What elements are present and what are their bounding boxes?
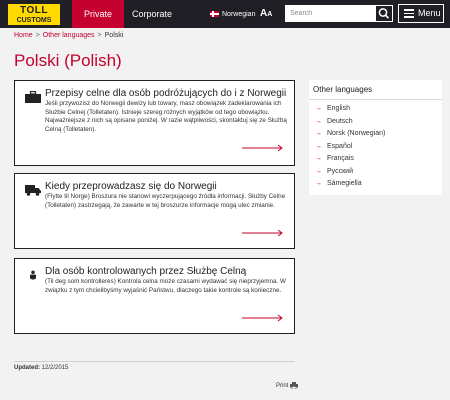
tab-corporate[interactable]: Corporate [124, 0, 180, 28]
arrow-right-icon: → [315, 155, 322, 162]
text-size-icon[interactable]: AA [260, 7, 272, 22]
truck-icon [25, 185, 41, 196]
arrow-right-icon[interactable] [242, 144, 284, 152]
tab-private[interactable]: Private [72, 0, 124, 28]
sidebar-other-languages: Other languages → English → Deutsch → Norsk… [309, 80, 442, 195]
breadcrumb-current: Polski [104, 32, 124, 39]
arrow-right-icon[interactable] [242, 229, 284, 237]
language-link-norsk[interactable]: → Norsk (Norwegian) [315, 128, 385, 141]
card-text: (Til deg som kontrolleres) Kontrola celn… [45, 278, 286, 294]
divider [14, 361, 295, 362]
arrow-right-icon[interactable] [242, 314, 284, 322]
print-label: Print [276, 383, 289, 390]
language-link-label: Norsk (Norwegian) [327, 130, 386, 137]
search-icon [378, 8, 390, 19]
updated-info: Updated: 12/2/2015 [14, 365, 68, 371]
language-link-francais[interactable]: → Français [315, 153, 385, 166]
breadcrumb-other-languages[interactable]: Other languages [43, 32, 95, 39]
language-label: Norwegian [222, 11, 256, 18]
card-text: (Flytte til Norge) Broszura nie stanowi … [45, 193, 286, 209]
arrow-right-icon: → [315, 117, 322, 125]
breadcrumb-separator: > [97, 32, 102, 39]
top-header: TOLL CUSTOMS Private Corporate Norwegian… [0, 0, 450, 28]
person-icon [30, 270, 36, 280]
language-link-label: Deutsch [327, 117, 353, 125]
logo-text-line2: CUSTOMS [16, 17, 52, 24]
card-text: Jeśli przywozisz do Norwegii dewizy lub … [45, 100, 287, 133]
menu-button[interactable]: Menu [398, 4, 444, 23]
page-title: Polski (Polish) [14, 51, 122, 70]
language-link-label: English [327, 105, 350, 112]
arrow-right-icon: → [315, 130, 322, 137]
printer-icon [290, 382, 299, 390]
card-customs-control[interactable]: Dla osób kontrolowanych przez Służbę Cel… [14, 258, 295, 334]
hamburger-icon [404, 9, 414, 18]
toll-customs-logo[interactable]: TOLL CUSTOMS [8, 4, 60, 25]
language-link-espanol[interactable]: → Español [315, 141, 385, 154]
arrow-right-icon: → [315, 167, 322, 175]
card-travel-rules[interactable]: Przepisy celne dla osób podróżujących do… [14, 80, 295, 166]
card-title[interactable]: Dla osób kontrolowanych przez Służbę Cel… [45, 265, 246, 279]
breadcrumb-home[interactable]: Home [14, 32, 33, 39]
arrow-right-icon: → [315, 105, 322, 112]
language-link-english[interactable]: → English [315, 103, 385, 116]
language-link-deutsch[interactable]: → Deutsch [315, 116, 385, 129]
arrow-right-icon: → [315, 180, 322, 187]
language-list: → English → Deutsch → Norsk (Norwegian) → Es… [315, 103, 385, 191]
language-switch[interactable]: Norwegian [210, 9, 255, 21]
card-moving-to-norway[interactable]: Kiedy przeprowadzasz się do Norwegii (Fl… [14, 173, 295, 249]
updated-date: 12/2/2015 [41, 365, 69, 371]
breadcrumb: Home > Other languages > Polski [14, 31, 123, 41]
sidebar-divider [309, 99, 442, 100]
language-link-label: Русский [327, 167, 353, 175]
language-link-label: Français [327, 155, 354, 162]
language-link-label: Sámegiella [327, 180, 362, 187]
search-button[interactable] [375, 5, 393, 22]
menu-label: Menu [418, 8, 441, 18]
search-input[interactable] [285, 5, 375, 22]
card-title[interactable]: Kiedy przeprowadzasz się do Norwegii [45, 180, 217, 194]
sidebar-title: Other languages [313, 85, 373, 94]
logo-text-line1: TOLL [20, 5, 48, 16]
arrow-right-icon: → [315, 142, 322, 150]
language-link-russian[interactable]: → Русский [315, 166, 385, 179]
card-title[interactable]: Przepisy celne dla osób podróżujących do… [45, 87, 286, 101]
breadcrumb-separator: > [35, 32, 40, 39]
print-link[interactable]: Print [276, 382, 299, 390]
briefcase-icon [25, 91, 41, 103]
language-link-label: Español [327, 142, 353, 150]
language-link-samegiella[interactable]: → Sámegiella [315, 178, 385, 191]
norwegian-flag-icon [210, 11, 219, 18]
updated-label: Updated: [14, 365, 40, 371]
